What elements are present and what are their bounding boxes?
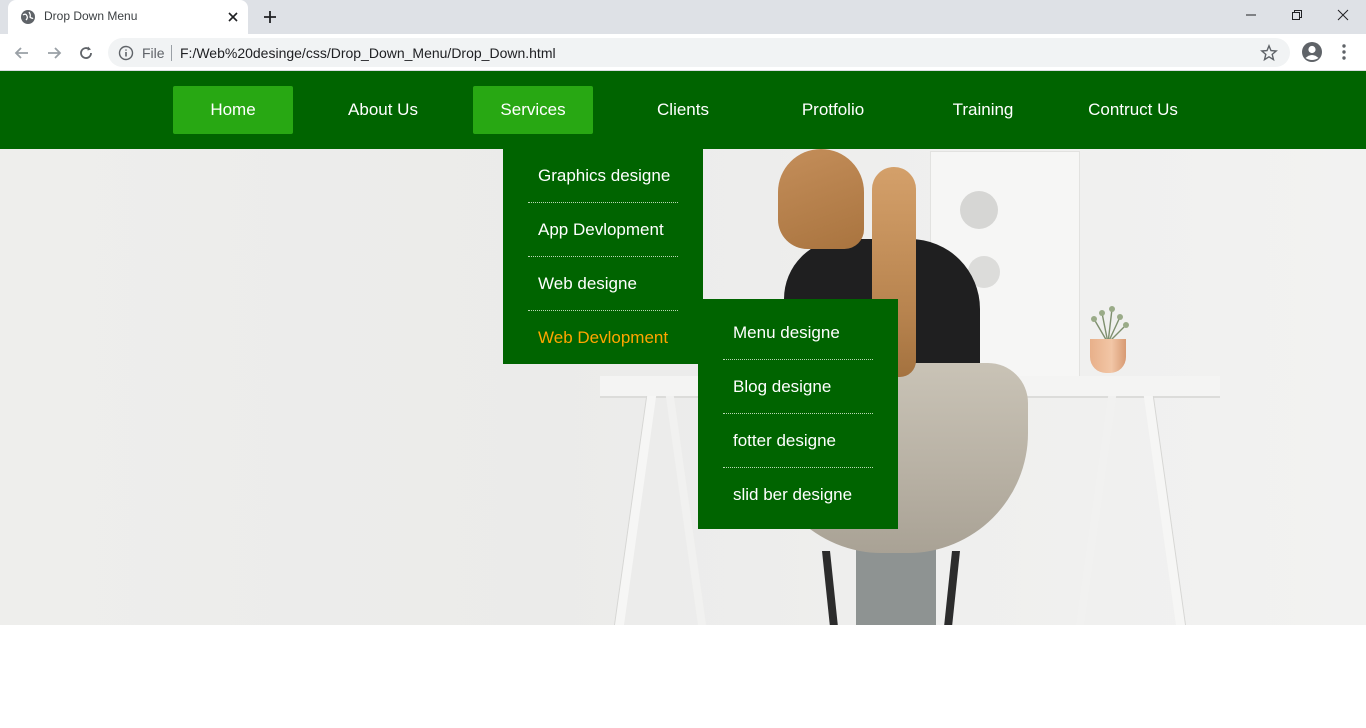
submenu-item-blog-design[interactable]: Blog designe xyxy=(723,360,873,414)
star-icon[interactable] xyxy=(1260,44,1278,62)
nav-item-portfolio[interactable]: Protfolio xyxy=(773,86,893,134)
plus-icon[interactable] xyxy=(258,6,282,28)
nav-item-label: About Us xyxy=(348,100,418,119)
nav-item-home[interactable]: Home xyxy=(173,86,293,134)
plant-pot xyxy=(1090,339,1126,373)
reload-icon[interactable] xyxy=(73,40,99,66)
nav-item-label: Clients xyxy=(657,100,709,119)
dropdown-item-web-development[interactable]: Web Devlopment xyxy=(528,311,678,365)
person-legs xyxy=(856,541,936,625)
nav-item-about-us[interactable]: About Us xyxy=(323,86,443,134)
dropdown-item-graphics-design[interactable]: Graphics designe xyxy=(528,149,678,203)
web-development-submenu: Menu designe Blog designe fotter designe… xyxy=(698,299,898,529)
desk-leg xyxy=(613,396,657,625)
chair-leg xyxy=(944,551,960,625)
submenu-item-menu-design[interactable]: Menu designe xyxy=(723,306,873,360)
minimize-icon[interactable] xyxy=(1228,0,1274,30)
close-icon[interactable] xyxy=(224,8,242,26)
dropdown-item-web-design[interactable]: Web designe xyxy=(528,257,678,311)
browser-tab[interactable]: Drop Down Menu xyxy=(8,0,248,34)
window-close-icon[interactable] xyxy=(1320,0,1366,30)
globe-icon xyxy=(21,10,35,24)
url-scheme-label: File xyxy=(142,45,165,61)
profile-icon[interactable] xyxy=(1300,40,1324,64)
page-viewport: Home About Us Services Clients Protfolio… xyxy=(0,71,1366,728)
tab-title: Drop Down Menu xyxy=(44,9,138,23)
nav-item-label: Training xyxy=(952,100,1014,119)
chair-leg xyxy=(822,551,838,625)
nav-item-training[interactable]: Training xyxy=(923,86,1043,134)
submenu-item-slider-design[interactable]: slid ber designe xyxy=(723,468,873,522)
nav-item-label: Services xyxy=(500,100,566,119)
tab-strip: Drop Down Menu xyxy=(0,0,1366,34)
more-vertical-icon[interactable] xyxy=(1334,40,1354,64)
nav-item-services[interactable]: Services xyxy=(473,86,593,134)
nav-item-label: Contruct Us xyxy=(1088,100,1178,119)
services-dropdown: Graphics designe App Devlopment Web desi… xyxy=(503,149,703,364)
address-bar[interactable]: File F:/Web%20desinge/css/Drop_Down_Menu… xyxy=(108,38,1290,67)
nav-item-contact-us[interactable]: Contruct Us xyxy=(1073,86,1193,134)
desk-leg xyxy=(1075,396,1117,625)
main-nav: Home About Us Services Clients Protfolio… xyxy=(0,71,1366,149)
person-head xyxy=(778,149,864,249)
url-text[interactable]: F:/Web%20desinge/css/Drop_Down_Menu/Drop… xyxy=(180,45,556,61)
nav-item-label: Home xyxy=(210,100,256,119)
nav-item-clients[interactable]: Clients xyxy=(623,86,743,134)
nav-item-label: Protfolio xyxy=(801,100,865,119)
omnibox-divider xyxy=(171,45,172,61)
plant-icon xyxy=(1091,306,1129,343)
desk-leg xyxy=(1143,396,1187,625)
frame-art-circle xyxy=(960,191,998,229)
dropdown-item-app-development[interactable]: App Devlopment xyxy=(528,203,678,257)
forward-icon[interactable] xyxy=(41,40,67,66)
submenu-item-footer-design[interactable]: fotter designe xyxy=(723,414,873,468)
restore-icon[interactable] xyxy=(1274,0,1320,30)
info-icon[interactable] xyxy=(118,45,134,61)
browser-toolbar: File F:/Web%20desinge/css/Drop_Down_Menu… xyxy=(0,34,1366,71)
back-icon[interactable] xyxy=(9,40,35,66)
